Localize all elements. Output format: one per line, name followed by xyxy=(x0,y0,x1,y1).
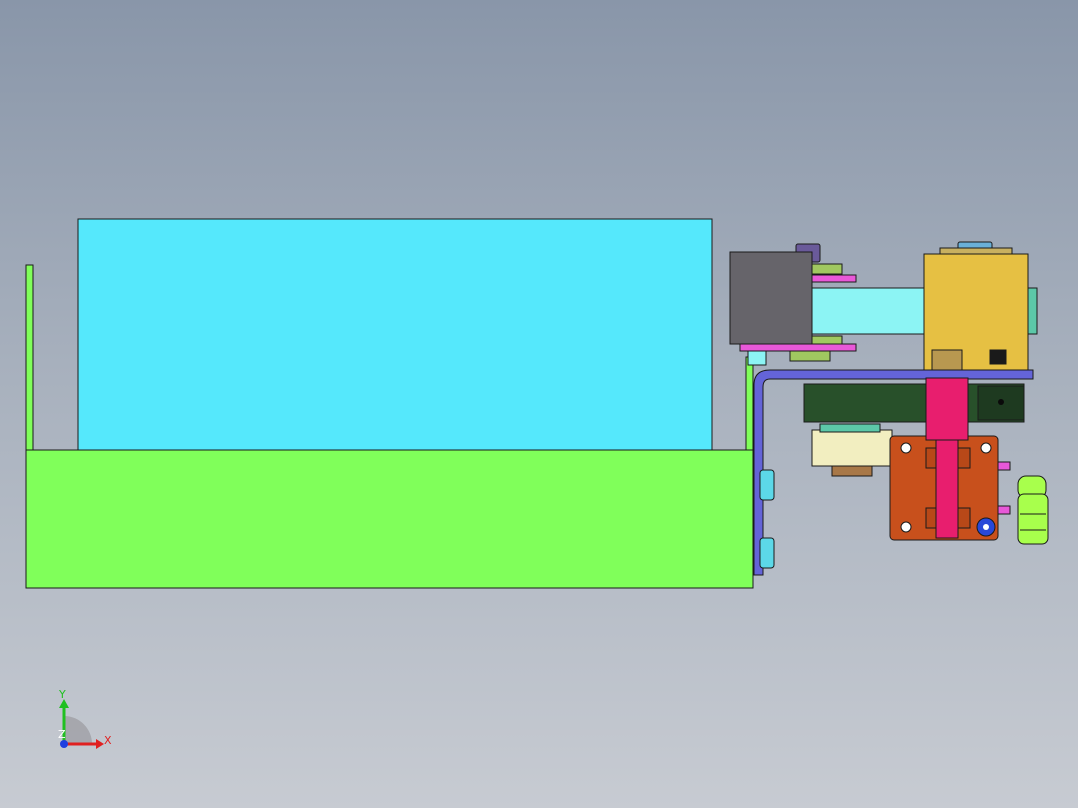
assembly-model[interactable]: X Y Z xyxy=(0,0,1078,808)
elbow-fitting-part[interactable] xyxy=(1017,475,1049,545)
y-axis-label: Y xyxy=(58,688,66,701)
cyan-box-part[interactable] xyxy=(77,218,713,451)
x-arrow-head xyxy=(96,739,104,749)
x-axis-label: X xyxy=(104,734,112,747)
coordinate-triad: X Y Z xyxy=(58,688,112,749)
z-axis-label: Z xyxy=(58,728,66,741)
z-axis-dot xyxy=(60,740,68,748)
dark-grey-block-part[interactable] xyxy=(729,251,813,345)
cad-viewport[interactable]: X Y Z xyxy=(0,0,1078,808)
green-plate-part[interactable] xyxy=(803,383,1025,423)
yellow-block-part[interactable] xyxy=(923,241,1038,371)
cream-block-part[interactable] xyxy=(811,423,893,477)
